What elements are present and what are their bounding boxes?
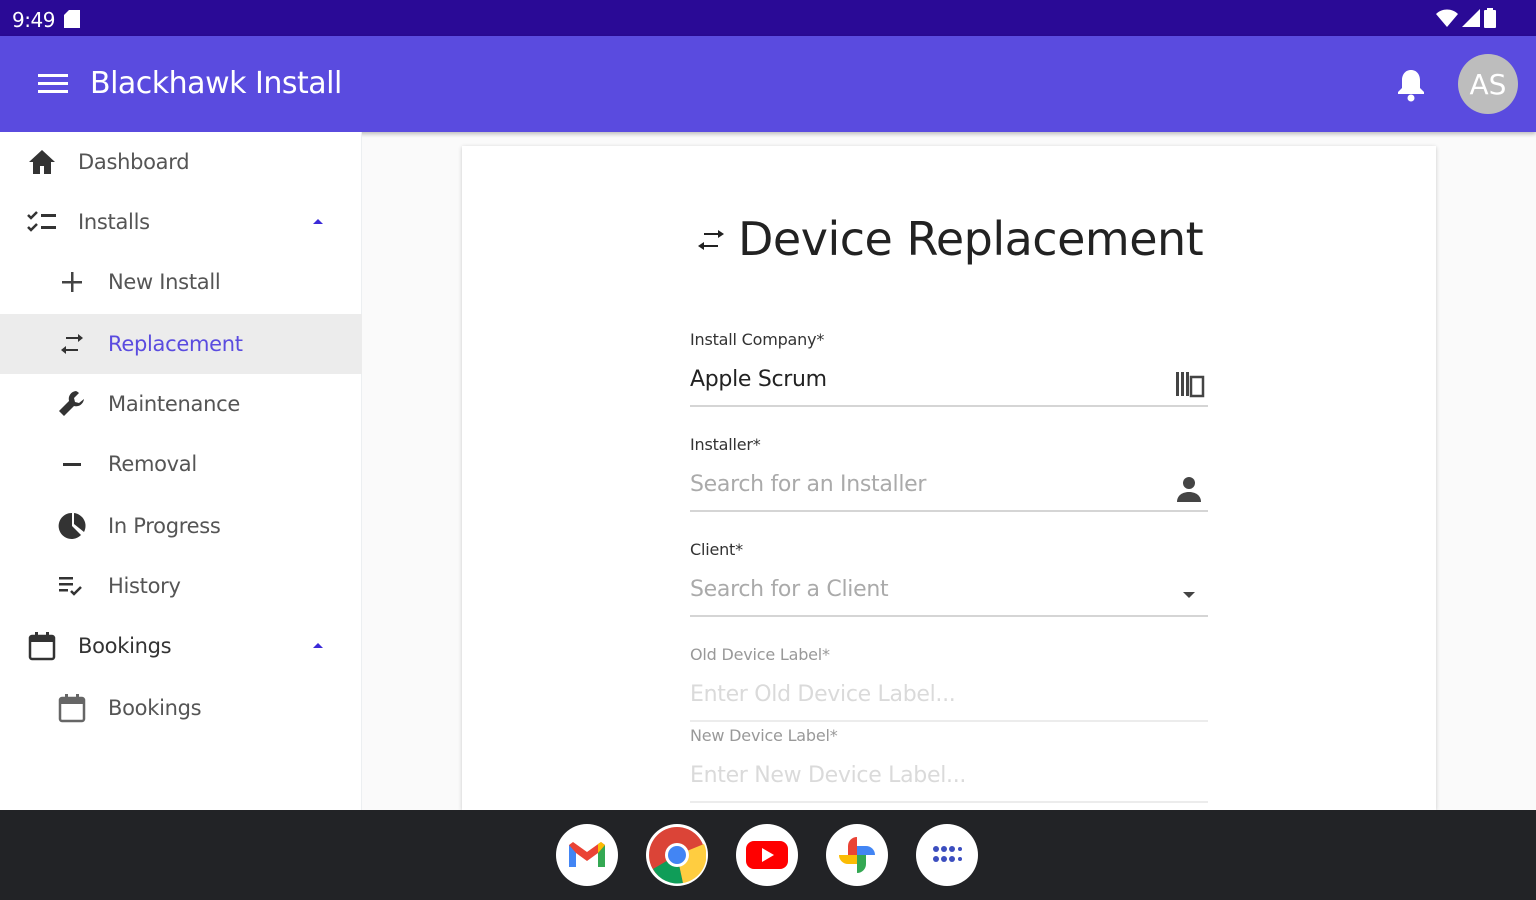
menu-icon[interactable]	[38, 72, 70, 96]
taskbar	[0, 810, 1536, 900]
home-icon	[26, 146, 58, 178]
sidebar-item-removal[interactable]: Removal	[0, 434, 362, 494]
battery-icon	[1484, 8, 1496, 28]
sidebar-item-dashboard[interactable]: Dashboard	[0, 132, 362, 192]
installer-label: Installer*	[690, 435, 761, 454]
sidebar-item-label: Dashboard	[78, 150, 190, 174]
company-library-icon[interactable]	[1174, 369, 1205, 399]
device-replacement-card: Device Replacement Install Company* Inst…	[462, 146, 1436, 810]
history-list-icon	[56, 570, 88, 602]
sidebar-item-label: Bookings	[78, 634, 172, 658]
sidebar-item-label: Installs	[78, 210, 150, 234]
pie-icon	[56, 510, 88, 542]
checklist-icon	[26, 206, 58, 238]
sidebar-item-label: Replacement	[108, 332, 243, 356]
new-device-label-input[interactable]	[690, 759, 1160, 788]
signal-icon	[1462, 9, 1480, 27]
page-title: Device Replacement	[694, 212, 1204, 266]
sidebar-item-new-install[interactable]: New Install	[0, 252, 362, 312]
old-device-label-input[interactable]	[690, 678, 1160, 707]
expand-less-icon[interactable]	[310, 638, 326, 654]
gmail-icon[interactable]	[556, 824, 618, 886]
plus-icon	[56, 266, 88, 298]
app-title: Blackhawk Install	[90, 66, 342, 101]
sidebar-item-history[interactable]: History	[0, 556, 362, 616]
page-title-text: Device Replacement	[738, 212, 1204, 266]
install-company-field: Install Company*	[690, 330, 1208, 407]
sidebar-item-label: New Install	[108, 270, 221, 294]
avatar[interactable]: AS	[1458, 54, 1518, 114]
sidebar-item-label: Removal	[108, 452, 197, 476]
sidebar-item-replacement[interactable]: Replacement	[0, 314, 362, 374]
sidebar-item-label: Bookings	[108, 696, 202, 720]
swap-icon	[698, 230, 724, 250]
expand-less-icon[interactable]	[310, 214, 326, 230]
calendar-icon	[56, 692, 88, 724]
youtube-icon[interactable]	[736, 824, 798, 886]
notification-bell-icon[interactable]	[1396, 68, 1426, 102]
sidebar-item-label: History	[108, 574, 181, 598]
app-bar: Blackhawk Install AS	[0, 36, 1536, 132]
sidebar-item-in-progress[interactable]: In Progress	[0, 496, 362, 556]
sidebar-item-maintenance[interactable]: Maintenance	[0, 374, 362, 434]
photos-icon[interactable]	[826, 824, 888, 886]
sidebar: Dashboard Installs New Install Replaceme…	[0, 132, 362, 810]
install-company-input[interactable]	[690, 363, 1160, 392]
sidebar-item-installs[interactable]: Installs	[0, 192, 362, 252]
wifi-icon	[1436, 9, 1458, 27]
installer-field: Installer*	[690, 435, 1208, 512]
app-dock	[556, 824, 978, 886]
installer-search-input[interactable]	[690, 468, 1160, 497]
dropdown-arrow-icon[interactable]	[1174, 579, 1204, 609]
minus-icon	[56, 448, 88, 480]
wrench-icon	[56, 388, 88, 420]
calendar-icon	[26, 630, 58, 662]
client-field: Client*	[690, 540, 1208, 617]
sidebar-item-label: Maintenance	[108, 392, 240, 416]
person-icon	[1174, 474, 1204, 504]
swap-icon	[56, 328, 88, 360]
install-company-label: Install Company*	[690, 330, 825, 349]
clock: 9:49	[12, 8, 55, 32]
chrome-icon[interactable]	[646, 824, 708, 886]
sidebar-item-bookings-group[interactable]: Bookings	[0, 616, 362, 676]
new-device-label-label: New Device Label*	[690, 726, 838, 745]
sidebar-item-bookings[interactable]: Bookings	[0, 678, 362, 738]
status-bar: 9:49	[0, 0, 1536, 36]
new-device-label-field: New Device Label*	[690, 726, 1208, 803]
system-icons	[1436, 8, 1496, 28]
old-device-label-label: Old Device Label*	[690, 645, 830, 664]
old-device-label-field: Old Device Label*	[690, 645, 1208, 722]
client-search-input[interactable]	[690, 573, 1160, 602]
app-launcher-icon[interactable]	[916, 824, 978, 886]
client-label: Client*	[690, 540, 743, 559]
sidebar-item-label: In Progress	[108, 514, 221, 538]
sd-card-icon	[64, 10, 80, 33]
